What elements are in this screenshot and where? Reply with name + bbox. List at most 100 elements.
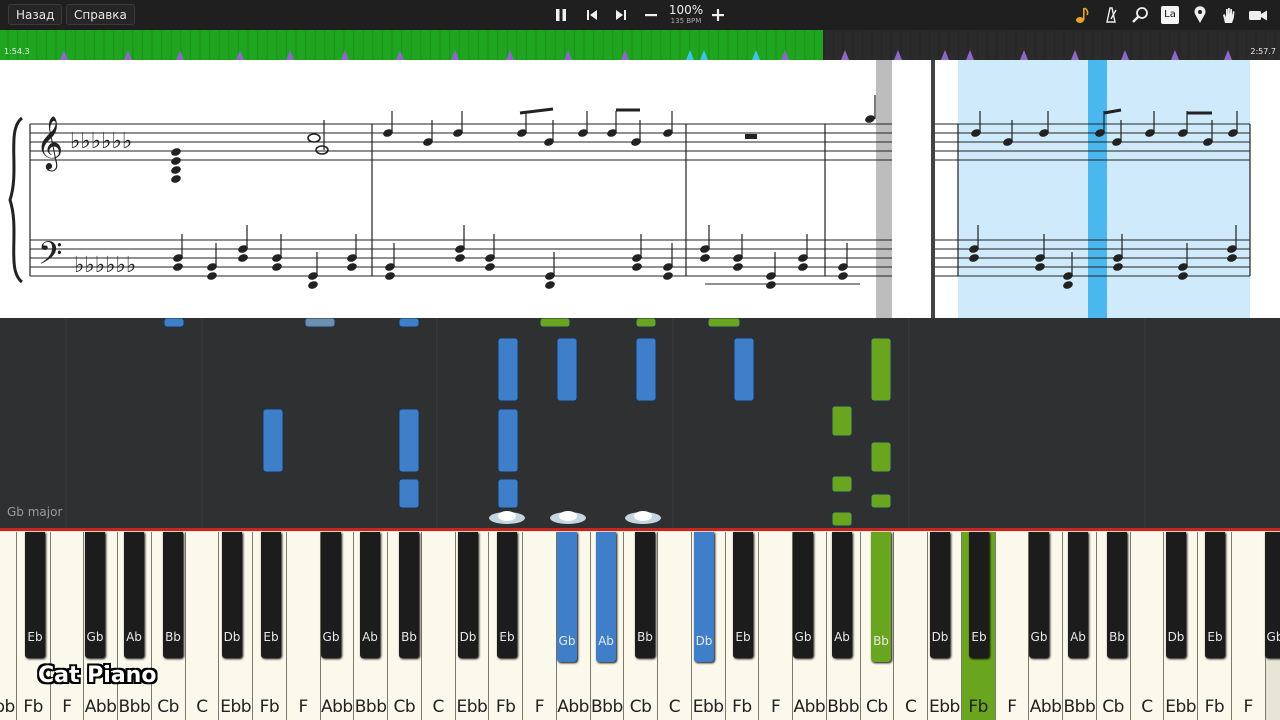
falling-note <box>163 318 185 328</box>
timeline-marker <box>700 50 708 60</box>
note-head <box>485 263 495 271</box>
black-key[interactable]: Db <box>930 532 950 658</box>
timeline-marker <box>781 50 789 60</box>
timeline-scrubber[interactable]: 1:54.3 2:57.7 <box>0 30 1280 60</box>
falling-note <box>398 318 420 328</box>
white-key[interactable]: F <box>759 532 793 720</box>
half-note-head <box>315 145 329 155</box>
black-key[interactable]: Eb <box>1205 532 1225 658</box>
black-key[interactable]: Eb <box>733 532 753 658</box>
note-head <box>171 166 181 174</box>
black-key-label: Gb <box>86 630 104 644</box>
search-icon[interactable] <box>1129 4 1151 26</box>
black-key[interactable]: Bb <box>635 532 655 658</box>
note-name-badge: La <box>1161 6 1179 24</box>
timeline-start-time: 1:54.3 <box>4 47 30 56</box>
note-glow-core <box>559 511 577 521</box>
white-key[interactable]: C <box>185 532 220 720</box>
white-key[interactable]: C <box>658 532 692 720</box>
black-key[interactable]: Gb <box>85 532 105 658</box>
note-name-icon[interactable]: La <box>1159 4 1181 26</box>
skip-forward-icon[interactable] <box>610 4 632 26</box>
falling-note <box>304 318 336 328</box>
skip-back-icon[interactable] <box>581 4 603 26</box>
note-head <box>171 175 181 183</box>
falling-note <box>831 475 853 493</box>
toolbar: Назад Справка 100% 135 BPM La <box>0 0 1280 30</box>
play-pause-icon[interactable] <box>550 4 572 26</box>
timeline-marker <box>1224 50 1232 60</box>
black-key[interactable]: Ab <box>124 532 144 658</box>
metronome-icon[interactable] <box>1100 4 1122 26</box>
note-head <box>700 254 710 262</box>
falling-note <box>262 408 284 473</box>
falling-note <box>870 337 892 402</box>
black-key[interactable]: Bb <box>399 532 419 658</box>
black-key[interactable]: Gb <box>321 532 341 658</box>
black-key[interactable]: Db <box>222 532 242 658</box>
note-head <box>207 272 217 280</box>
black-key[interactable]: Bb <box>871 532 891 662</box>
falling-note <box>497 478 519 509</box>
black-key-label: Ab <box>598 634 614 648</box>
note-glow-core <box>634 511 652 521</box>
black-key[interactable]: Ab <box>360 532 380 658</box>
brand-logo: Cat Piano <box>38 663 157 688</box>
falling-note <box>556 337 578 402</box>
white-key[interactable]: F <box>50 532 85 720</box>
black-key[interactable]: Bb <box>163 532 183 658</box>
note-head <box>632 263 642 271</box>
black-key-label: Gb <box>1030 630 1048 644</box>
note-head <box>238 254 248 262</box>
timeline-marker <box>60 50 68 60</box>
white-key[interactable]: F <box>523 532 557 720</box>
white-key[interactable]: F <box>995 532 1030 720</box>
bass-key-signature: ♭♭♭♭♭♭ <box>74 253 136 278</box>
white-key[interactable]: C <box>1130 532 1165 720</box>
note-icon[interactable] <box>1071 4 1093 26</box>
black-key[interactable]: Db <box>694 532 714 662</box>
black-key[interactable]: Gb <box>1265 532 1280 658</box>
black-key[interactable]: Db <box>458 532 478 658</box>
black-key[interactable]: Eb <box>497 532 517 658</box>
black-key-label: Db <box>1167 630 1185 644</box>
black-key[interactable]: Gb <box>793 532 813 658</box>
timeline-marker <box>841 50 849 60</box>
location-pin-icon[interactable] <box>1189 4 1211 26</box>
white-key[interactable]: F <box>1231 532 1266 720</box>
zoom-level: 100% <box>668 3 704 17</box>
zoom-out-icon[interactable] <box>640 4 662 26</box>
zoom-in-icon[interactable] <box>707 4 729 26</box>
black-key[interactable]: Gb <box>557 532 577 662</box>
timeline-end-time: 2:57.7 <box>1250 47 1276 56</box>
black-key[interactable]: Eb <box>25 532 45 658</box>
black-key-label: Eb <box>971 630 987 644</box>
timeline-marker <box>1020 50 1028 60</box>
black-key[interactable]: Eb <box>261 532 281 658</box>
back-button[interactable]: Назад <box>8 4 63 25</box>
white-key[interactable]: C <box>421 532 456 720</box>
black-key[interactable]: Eb <box>969 532 989 658</box>
camera-icon[interactable] <box>1247 4 1269 26</box>
falling-note <box>539 318 571 328</box>
falling-notes <box>65 318 1146 528</box>
white-key[interactable]: F <box>286 532 321 720</box>
black-key[interactable]: Gb <box>1029 532 1049 658</box>
white-key[interactable]: C <box>894 532 928 720</box>
hand-icon[interactable] <box>1218 4 1240 26</box>
black-key[interactable]: Bb <box>1107 532 1127 658</box>
black-key-label: Bb <box>401 630 417 644</box>
note-head <box>798 263 808 271</box>
falling-note <box>831 511 853 527</box>
piano-keyboard[interactable]: EbbFbFAbbBbbCbCEbbFbFAbbBbbCbCEbbFbFAbbB… <box>0 528 1280 720</box>
black-key[interactable]: Ab <box>596 532 616 662</box>
timeline-marker <box>124 50 132 60</box>
black-key[interactable]: Ab <box>1068 532 1088 658</box>
black-key[interactable]: Db <box>1166 532 1186 658</box>
note-beam <box>519 107 554 115</box>
help-button[interactable]: Справка <box>66 4 135 25</box>
note-head <box>173 263 183 271</box>
black-key[interactable]: Ab <box>832 532 852 658</box>
white-key[interactable]: Ebb <box>0 532 17 720</box>
falling-note <box>733 337 755 402</box>
